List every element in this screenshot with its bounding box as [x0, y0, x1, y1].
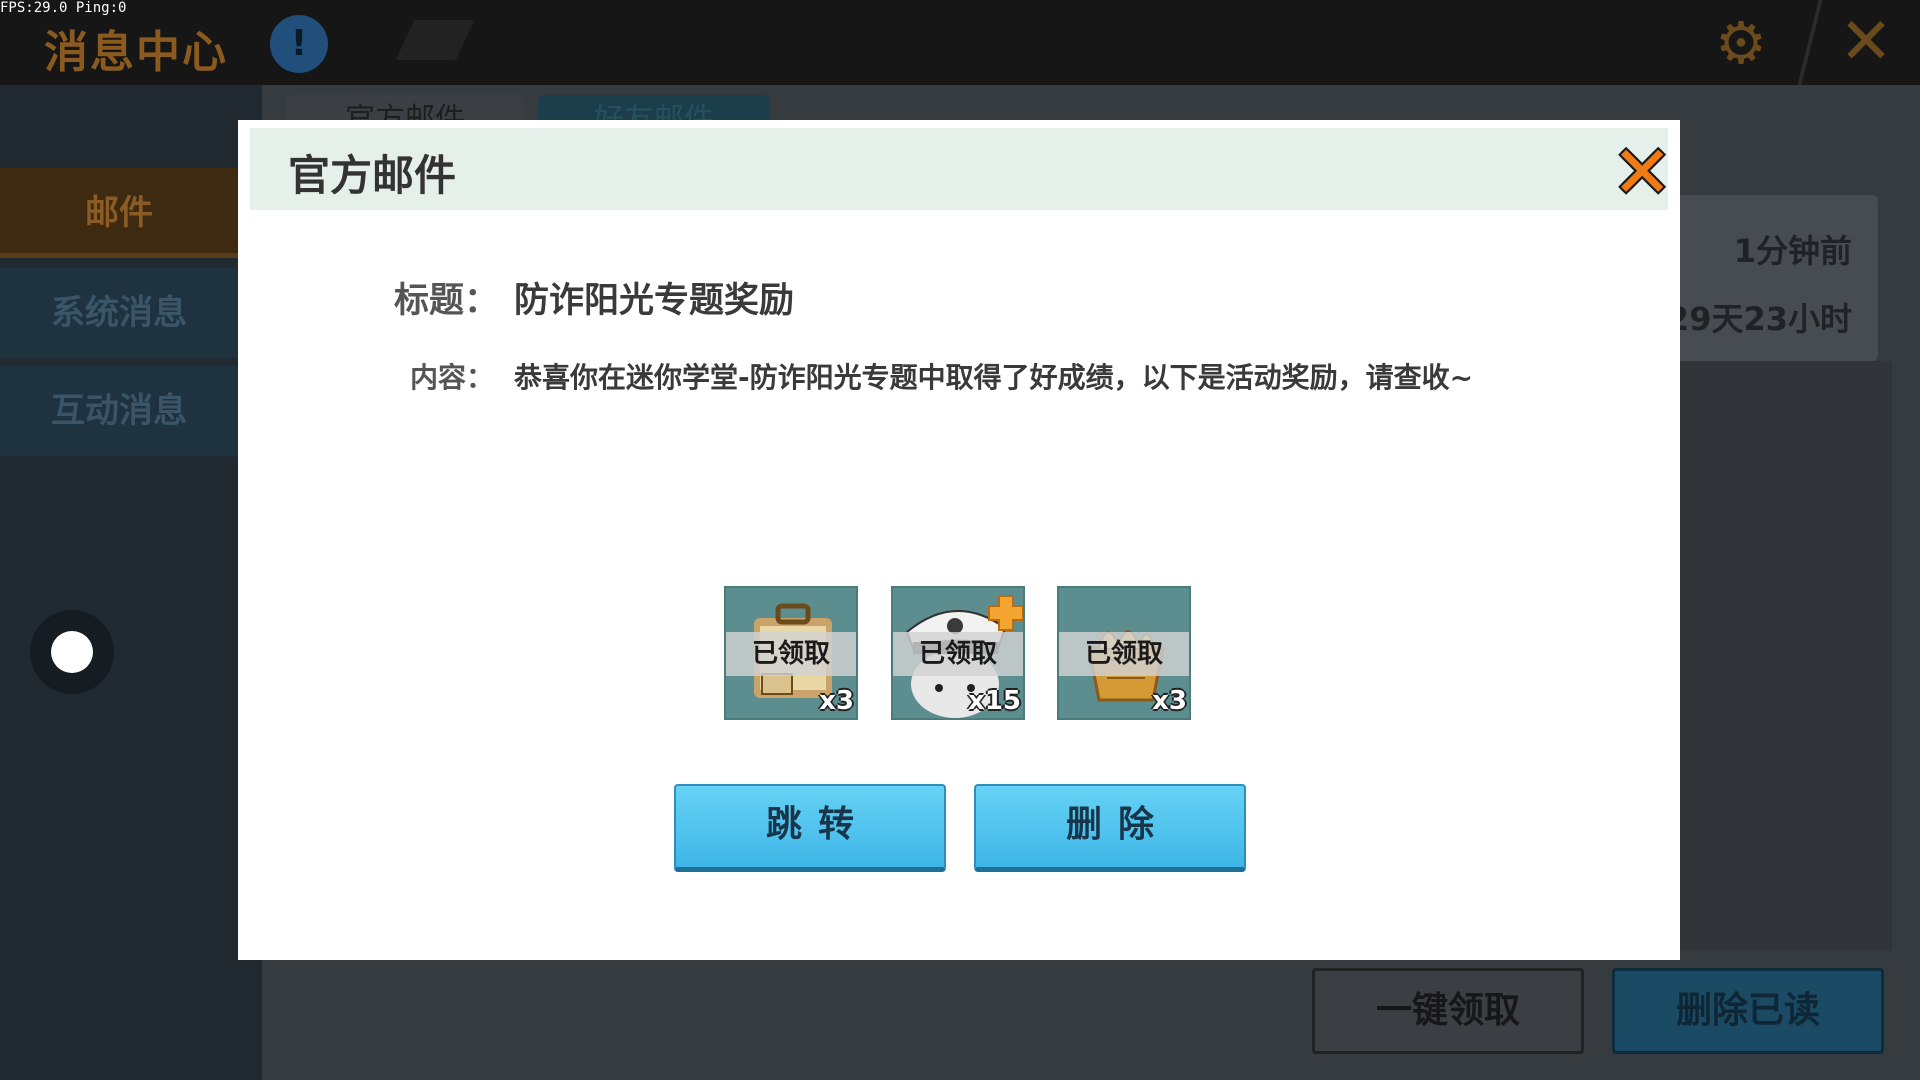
mail-list [1680, 361, 1892, 951]
content-value: 恭喜你在迷你学堂-防诈阳光专题中取得了好成绩，以下是活动奖励，请查收~ [514, 361, 1474, 394]
close-icon: ✕ [1612, 130, 1673, 214]
reward-count: x15 [968, 686, 1021, 716]
subject-label: 标题： [394, 281, 500, 321]
sidebar-item-mail[interactable]: 邮件 [0, 168, 238, 258]
reward-item[interactable]: 已领取 x3 [1057, 586, 1191, 720]
delete-button[interactable]: 删除 [974, 784, 1246, 872]
top-bar: FPS:29.0 Ping:0 消息中心 ! ⚙ ✕ [0, 0, 1920, 85]
delete-read-button[interactable]: 删除已读 [1612, 968, 1884, 1054]
top-divider [1797, 0, 1823, 85]
dialog-header: 官方邮件 ✕ [250, 128, 1672, 210]
decor-stripe [395, 20, 475, 60]
mail-detail-dialog: 官方邮件 ✕ 标题： 防诈阳光专题奖励 内容： 恭喜你在迷你学堂-防诈阳光专题中… [238, 120, 1680, 960]
reward-count: x3 [819, 686, 854, 716]
gear-icon: ⚙ [1715, 9, 1767, 77]
reward-count: x3 [1152, 686, 1187, 716]
content-label: 内容： [410, 361, 495, 394]
mail-expire: 29天23小时 [1666, 300, 1852, 338]
fps-readout: FPS:29.0 Ping:0 [0, 0, 127, 16]
mail-time: 1分钟前 [1733, 232, 1852, 270]
reward-item[interactable]: 已领取 x3 [724, 586, 858, 720]
close-center-button[interactable]: ✕ [1836, 10, 1896, 74]
reward-item[interactable]: 已领取 x15 [891, 586, 1025, 720]
subject-value: 防诈阳光专题奖励 [514, 281, 795, 321]
dialog-title: 官方邮件 [288, 151, 457, 200]
joystick-knob[interactable] [51, 631, 93, 673]
settings-button[interactable]: ⚙ [1710, 12, 1772, 74]
claim-all-button[interactable]: 一键领取 [1312, 968, 1584, 1054]
sidebar-item-system[interactable]: 系统消息 [0, 268, 238, 358]
claimed-status: 已领取 [726, 632, 856, 676]
jump-button[interactable]: 跳转 [674, 784, 946, 872]
info-button[interactable]: ! [270, 15, 328, 73]
close-icon: ✕ [1839, 5, 1893, 79]
claimed-status: 已领取 [1059, 632, 1189, 676]
floating-joystick[interactable] [30, 610, 114, 694]
dialog-close-button[interactable]: ✕ [1612, 136, 1672, 208]
sidebar-item-interaction[interactable]: 互动消息 [0, 366, 238, 456]
exclamation-icon: ! [290, 23, 308, 64]
page-title: 消息中心 [44, 27, 228, 78]
claimed-status: 已领取 [893, 632, 1023, 676]
